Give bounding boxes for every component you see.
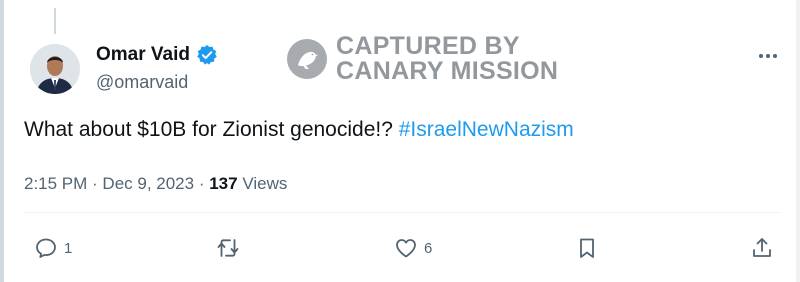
watermark-line-1: CAPTURED BY	[336, 32, 520, 60]
verified-badge-icon	[196, 44, 218, 66]
author-display-name[interactable]: Omar Vaid	[96, 44, 190, 66]
thread-connector-line	[54, 8, 56, 34]
views-label: Views	[237, 174, 288, 193]
canary-mission-watermark: CAPTURED BY CANARY MISSION	[286, 34, 558, 84]
share-icon	[753, 238, 771, 257]
reply-count: 1	[64, 239, 73, 257]
share-button[interactable]	[750, 236, 774, 260]
like-button[interactable]: 6	[394, 236, 432, 260]
author-handle[interactable]: @omarvaid	[96, 72, 188, 93]
canary-logo-icon	[287, 39, 327, 79]
avatar[interactable]	[30, 44, 80, 94]
retweet-button[interactable]	[216, 236, 240, 260]
author-name-row: Omar Vaid	[96, 44, 218, 66]
action-bar-divider	[24, 212, 780, 213]
meta-separator-2: ·	[194, 174, 210, 193]
retweet-icon	[217, 239, 239, 257]
watermark-line-2: CANARY MISSION	[336, 57, 559, 85]
like-count: 6	[424, 239, 433, 257]
tweet-text: What about $10B for Zionist genocide!? #…	[24, 118, 574, 142]
bookmark-button[interactable]	[575, 236, 599, 260]
views-count: 137	[209, 174, 238, 193]
tweet-body: What about $10B for Zionist genocide!?	[24, 118, 399, 141]
left-frame-border	[0, 0, 4, 282]
avatar-photo	[30, 44, 80, 94]
heart-icon	[396, 239, 416, 258]
tweet-date[interactable]: Dec 9, 2023	[102, 174, 194, 193]
tweet-meta: 2:15 PM · Dec 9, 2023 · 137 Views	[24, 174, 287, 194]
reply-button[interactable]: 1	[34, 236, 72, 260]
reply-icon	[36, 238, 56, 258]
right-frame-border	[796, 0, 800, 282]
tweet-time[interactable]: 2:15 PM	[24, 174, 87, 193]
meta-separator: ·	[87, 174, 103, 193]
more-options-icon[interactable]	[756, 46, 780, 66]
watermark-text: CAPTURED BY CANARY MISSION	[336, 34, 558, 84]
bookmark-icon	[580, 238, 594, 258]
hashtag-link[interactable]: #IsraelNewNazism	[399, 118, 574, 141]
